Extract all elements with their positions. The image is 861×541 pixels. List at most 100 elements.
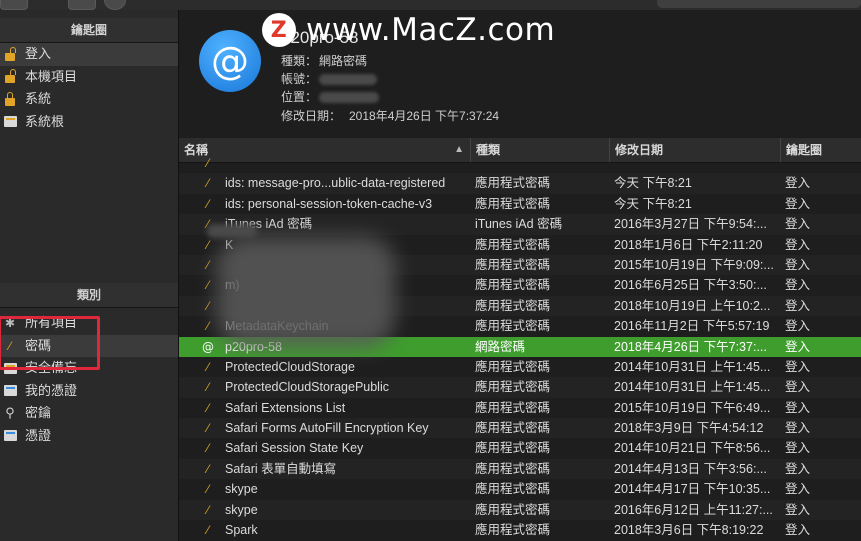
cell-kind: 應用程式密碼: [475, 441, 551, 456]
keychain-item[interactable]: 登入: [0, 43, 178, 66]
close-window-button[interactable]: [0, 0, 28, 10]
cell-kind: 應用程式密碼: [475, 482, 551, 497]
cell-keychain: 登入: [785, 523, 811, 538]
internet-password-icon: @: [202, 339, 214, 354]
cell-modified: 2018年3月9日 下午4:54:12: [614, 421, 764, 436]
cell-keychain: 登入: [785, 461, 811, 476]
category-item[interactable]: ⚲ 密鑰: [0, 402, 178, 425]
keychain-item[interactable]: 系統: [0, 88, 178, 111]
cell-keychain: 登入: [785, 359, 811, 374]
category-item[interactable]: 我的憑證: [0, 380, 178, 403]
keychain-item[interactable]: 本機項目: [0, 66, 178, 89]
cell-modified: 2016年6月25日 下午3:50:...: [614, 278, 767, 293]
cell-name: ids: message-pro...ublic-data-registered: [225, 176, 446, 191]
table-row[interactable]: ⁄ ProtectedCloudStorage 應用程式密碼 2014年10月31日 …: [179, 357, 861, 377]
info-button[interactable]: [104, 0, 126, 10]
cell-kind: 應用程式密碼: [475, 237, 551, 252]
application-password-icon: ⁄: [206, 319, 209, 334]
application-password-icon: ⁄: [206, 523, 209, 538]
table-row[interactable]: ⁄ ids: message-pro...ublic-data-registere…: [179, 173, 861, 194]
category-item-label: 憑證: [25, 427, 52, 443]
keychain-item-label: 本機項目: [25, 68, 78, 84]
cell-kind: 應用程式密碼: [475, 400, 551, 415]
cell-kind: 應用程式密碼: [475, 523, 551, 538]
table-row[interactable]: ⁄: [179, 153, 861, 173]
cell-kind: 應用程式密碼: [475, 278, 551, 293]
table-row[interactable]: ⁄ skype 應用程式密碼 2016年6月12日 上午11:27:... 登入: [179, 499, 861, 521]
table-row[interactable]: ⁄ Spark 應用程式密碼 2018年3月6日 下午8:19:22 登入: [179, 520, 861, 540]
cell-keychain: 登入: [785, 278, 811, 293]
internet-password-icon: @: [199, 30, 261, 92]
table-row[interactable]: ⁄ Safari Forms AutoFill Encryption Key 應用程…: [179, 418, 861, 439]
category-item-label: 密鑰: [25, 405, 52, 420]
table-row[interactable]: ⁄ Safari Extensions List 應用程式密碼 2015年10月19日…: [179, 398, 861, 418]
cell-modified: 2016年11月2日 下午5:57:19: [614, 319, 770, 334]
cell-name: ProtectedCloudStorage: [225, 359, 355, 374]
cell-name: Spark: [225, 523, 258, 538]
window-toolbar: [0, 0, 861, 10]
cell-modified: 2015年10月19日 下午6:49...: [614, 400, 771, 415]
table-row[interactable]: ⁄ iTunes iAd 密碼 iTunes iAd 密碼 2016年3月27日 下午…: [179, 214, 861, 235]
certificate-folder-icon: [3, 115, 17, 129]
cell-kind: 應用程式密碼: [475, 176, 551, 191]
cell-keychain: 登入: [785, 421, 811, 436]
application-password-icon: ⁄: [206, 359, 209, 374]
application-password-icon: ⁄: [206, 176, 209, 191]
cell-kind: iTunes iAd 密碼: [475, 217, 563, 232]
lock-icon: [3, 91, 17, 106]
application-password-icon: ⁄: [206, 380, 209, 395]
keychain-item-label: 登入: [25, 46, 52, 61]
kind-label: 種類：: [281, 54, 318, 68]
cell-modified: 2014年10月21日 下午8:56...: [614, 441, 771, 456]
cell-keychain: 登入: [785, 319, 811, 334]
cell-keychain: 登入: [785, 441, 811, 456]
add-item-button[interactable]: [68, 0, 96, 10]
category-item-label: 我的憑證: [25, 382, 78, 398]
cell-name: Safari 表單自動填寫: [225, 461, 337, 476]
cell-modified: 2014年10月31日 上午1:45...: [614, 359, 771, 374]
cell-modified: 2018年3月6日 下午8:19:22: [614, 523, 764, 538]
application-password-icon: ⁄: [206, 298, 209, 313]
cell-kind: 應用程式密碼: [475, 421, 551, 436]
cell-modified: 今天 下午8:21: [614, 196, 692, 211]
cell-keychain: 登入: [785, 257, 811, 272]
where-label: 位置：: [281, 90, 318, 104]
cell-modified: 2018年10月19日 上午10:2...: [614, 298, 771, 313]
cell-name: iTunes iAd 密碼: [225, 217, 313, 232]
cell-name: Safari Extensions List: [225, 400, 346, 415]
keychain-item[interactable]: 系統根: [0, 111, 178, 134]
cell-kind: 應用程式密碼: [475, 298, 551, 313]
table-row[interactable]: ⁄ ids: personal-session-token-cache-v3 應用程…: [179, 194, 861, 214]
application-password-icon: ⁄: [206, 461, 209, 476]
cell-keychain: 登入: [785, 176, 811, 191]
cell-keychain: 登入: [785, 217, 811, 232]
cell-keychain: 登入: [785, 237, 811, 252]
lock-open-icon: [3, 46, 17, 61]
cell-name: ids: personal-session-token-cache-v3: [225, 196, 433, 211]
categories-header: 類別: [0, 283, 178, 308]
table-row[interactable]: ⁄ Safari 表單自動填寫 應用程式密碼 2014年4月13日 下午3:56:..…: [179, 458, 861, 480]
application-password-icon: ⁄: [206, 482, 209, 497]
category-item[interactable]: 憑證: [0, 425, 178, 448]
cell-keychain: 登入: [785, 502, 811, 517]
table-row[interactable]: ⁄ ProtectedCloudStoragePublic 應用程式密碼 2014年1…: [179, 377, 861, 398]
application-password-icon: ⁄: [206, 421, 209, 436]
application-password-icon: ⁄: [206, 502, 209, 517]
search-field[interactable]: [657, 0, 861, 8]
items-table: 名稱 ▲ 種類 修改日期 鑰匙圈 ⁄ ⁄ ids: message-pro...ubl…: [179, 138, 861, 541]
cell-kind: 應用程式密碼: [475, 196, 551, 211]
cell-kind: 網路密碼: [475, 339, 526, 354]
cell-modified: 2018年4月26日 下午7:37:...: [614, 339, 767, 354]
cell-modified: 2018年1月6日 下午2:11:20: [614, 237, 763, 252]
redacted-region: [217, 236, 395, 348]
lock-open-icon: [3, 69, 17, 84]
application-password-icon: ⁄: [206, 278, 209, 293]
watermark-logo: Z: [262, 13, 296, 47]
cell-modified: 2016年3月27日 下午9:54:...: [614, 217, 767, 232]
keychains-header: 鑰匙圈: [0, 18, 178, 43]
table-row[interactable]: ⁄ Safari Session State Key 應用程式密碼 2014年10月2…: [179, 438, 861, 458]
application-password-icon: ⁄: [206, 257, 209, 272]
cell-modified: 2015年10月19日 下午9:09:...: [614, 257, 774, 272]
cell-modified: 2014年10月31日 上午1:45...: [614, 380, 771, 395]
table-row[interactable]: ⁄ skype 應用程式密碼 2014年4月17日 下午10:35... 登入: [179, 479, 861, 499]
